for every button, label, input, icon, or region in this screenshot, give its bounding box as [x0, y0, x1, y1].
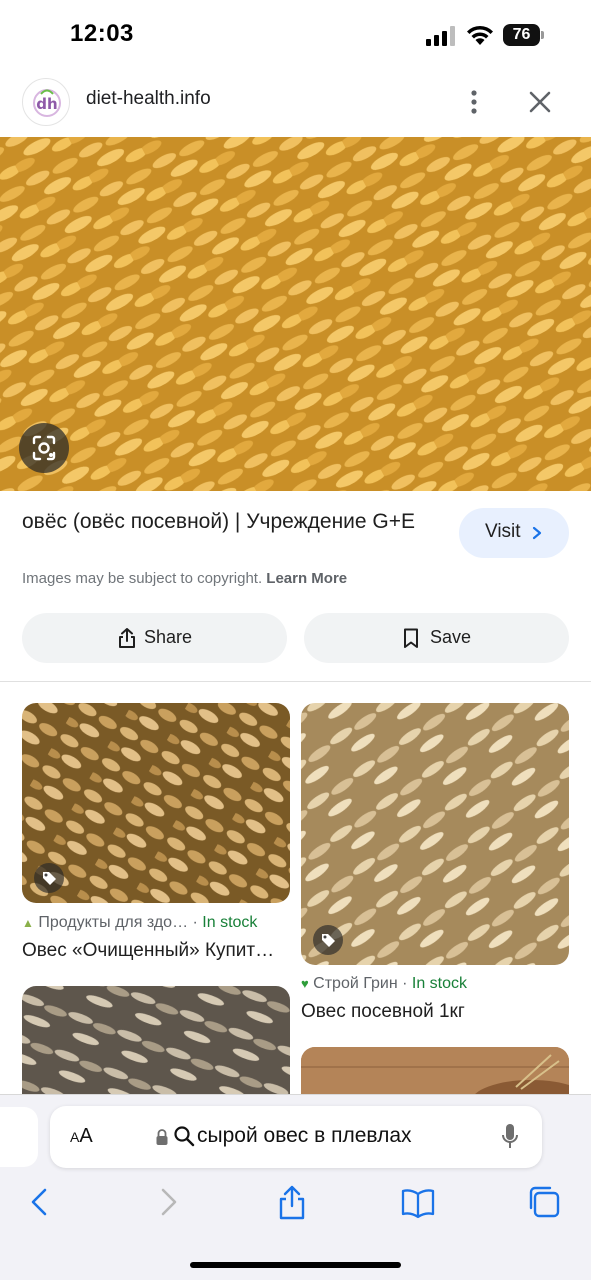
- related-title-1[interactable]: Овес «Очищенный» Купит…: [22, 940, 290, 962]
- save-button[interactable]: Save: [304, 613, 569, 663]
- signal-icon: [426, 26, 455, 46]
- favicon-text: dh: [36, 95, 57, 113]
- divider: [0, 681, 591, 682]
- related-source: Продукты для здо…: [38, 914, 189, 931]
- bookmarks-icon[interactable]: [400, 1184, 436, 1220]
- search-query[interactable]: сырой овес в плевлах: [197, 1124, 412, 1148]
- learn-more-link[interactable]: Learn More: [266, 570, 347, 587]
- visit-button[interactable]: Visit: [459, 508, 569, 558]
- home-indicator: [190, 1262, 401, 1268]
- kebab-menu-icon[interactable]: [462, 88, 486, 116]
- wifi-icon: [467, 25, 493, 45]
- mic-icon[interactable]: [500, 1122, 520, 1152]
- related-image-2[interactable]: [301, 703, 569, 965]
- favicon-logo-icon: dh: [33, 89, 61, 117]
- copyright-notice: Images may be subject to copyright. Lear…: [22, 570, 347, 587]
- related-title-2[interactable]: Овес посевной 1кг: [301, 1001, 569, 1023]
- tabs-icon[interactable]: [526, 1184, 562, 1220]
- related-meta-2: ♥ Строй Грин · In stock: [301, 975, 569, 993]
- battery-indicator: 76: [503, 24, 545, 46]
- oat-grains-image: [0, 137, 591, 491]
- share-label: Share: [144, 627, 193, 647]
- bookmark-icon: [404, 628, 418, 648]
- share-icon: [119, 628, 135, 648]
- battery-level: 76: [503, 24, 540, 46]
- meta-separator: ·: [397, 975, 412, 992]
- share-button[interactable]: Share: [22, 613, 287, 663]
- related-source: Строй Грин: [313, 975, 398, 992]
- lens-button[interactable]: [19, 423, 69, 473]
- aa-small: A: [70, 1129, 80, 1145]
- copyright-text: Images may be subject to copyright.: [22, 570, 263, 587]
- chevron-right-icon: [532, 526, 542, 540]
- related-meta-1: ▲ Продукты для здо… · In stock: [22, 914, 290, 932]
- related-image-1[interactable]: [22, 703, 290, 903]
- previous-tab-peek[interactable]: [0, 1107, 38, 1167]
- battery-tip: [541, 31, 544, 39]
- lock-icon: [156, 1129, 168, 1145]
- site-header: dh diet-health.info: [0, 70, 591, 136]
- stock-status: In stock: [411, 975, 468, 992]
- hero-image[interactable]: [0, 137, 591, 491]
- tag-badge: [34, 863, 64, 893]
- status-time: 12:03: [70, 20, 134, 47]
- source-favicon-icon: ♥: [301, 976, 309, 991]
- save-label: Save: [430, 627, 472, 647]
- site-name[interactable]: diet-health.info: [86, 88, 211, 110]
- tag-badge: [313, 925, 343, 955]
- status-bar: 12:03 76: [0, 0, 591, 70]
- site-favicon[interactable]: dh: [22, 78, 70, 126]
- result-title[interactable]: овёс (овёс посевной) | Учреждение G+E: [22, 508, 432, 536]
- stock-status: In stock: [202, 914, 258, 931]
- visit-label: Visit: [485, 521, 521, 542]
- meta-separator: ·: [188, 914, 203, 931]
- search-icon: [174, 1126, 195, 1147]
- forward-icon[interactable]: [150, 1184, 186, 1220]
- tag-icon: [43, 872, 56, 885]
- reader-settings-button[interactable]: AA: [70, 1125, 93, 1148]
- share-sheet-icon[interactable]: [274, 1184, 310, 1220]
- close-icon[interactable]: [526, 88, 554, 116]
- lens-icon: [32, 435, 56, 461]
- aa-big: A: [79, 1125, 93, 1147]
- address-bar[interactable]: AA сырой овес в плевлах: [50, 1106, 542, 1168]
- back-icon[interactable]: [22, 1184, 58, 1220]
- tag-icon: [322, 934, 335, 947]
- source-favicon-icon: ▲: [22, 916, 34, 930]
